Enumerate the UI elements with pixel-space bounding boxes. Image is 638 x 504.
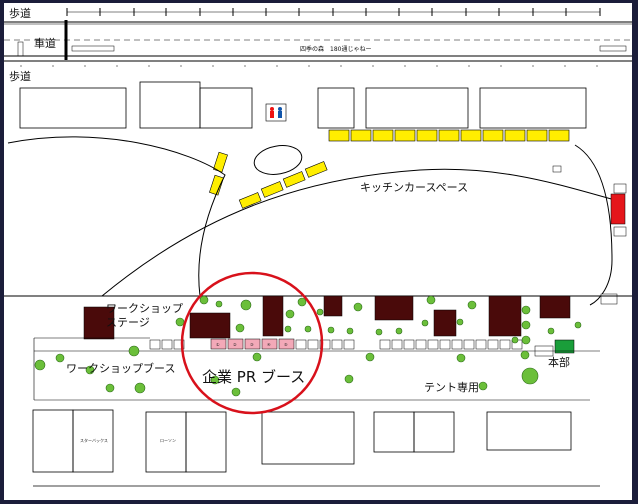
sidewalk-top-label: 歩道 <box>9 6 31 20</box>
pr-booth-3: ③ <box>250 342 254 347</box>
road-name-label: 四季の森 180通じゃねー <box>300 45 371 53</box>
pr-booth-row: ① ② ③ ④ ⑤ <box>210 338 295 350</box>
small-box <box>613 183 627 194</box>
headquarters-label: 本部 <box>548 355 570 369</box>
pr-booth-2: ② <box>233 342 237 347</box>
kitchen-car-row <box>328 129 570 142</box>
kitchen-car-space-label: キッチンカースペース <box>360 181 468 194</box>
small-box <box>552 165 562 173</box>
event-site-map: 歩道 車道 四季の森 180通じゃねー 歩道 キッチンカースペース ① ② ③ … <box>4 3 632 500</box>
corporate-pr-booth-label: 企業 PR ブース <box>202 368 305 386</box>
pr-booth-1: ① <box>216 342 220 347</box>
map-sheet <box>4 3 632 500</box>
red-block <box>610 193 626 225</box>
workshop-stage-label-2: ステージ <box>106 316 150 329</box>
pr-booth-5: ⑤ <box>284 342 288 347</box>
workshop-booth-label: ワークショップブース <box>66 361 175 375</box>
small-box <box>613 226 627 237</box>
shop-lawson: ローソン <box>160 438 176 443</box>
sidewalk-left-label: 歩道 <box>9 69 31 83</box>
workshop-stage-label-1: ワークショップ <box>106 302 183 315</box>
pr-booth-4: ④ <box>267 342 271 347</box>
restroom-icon <box>265 103 287 122</box>
tent-only-label: テント専用 <box>424 381 479 394</box>
shop-starbucks: スターバックス <box>80 437 108 443</box>
roadway-label: 車道 <box>34 36 56 50</box>
